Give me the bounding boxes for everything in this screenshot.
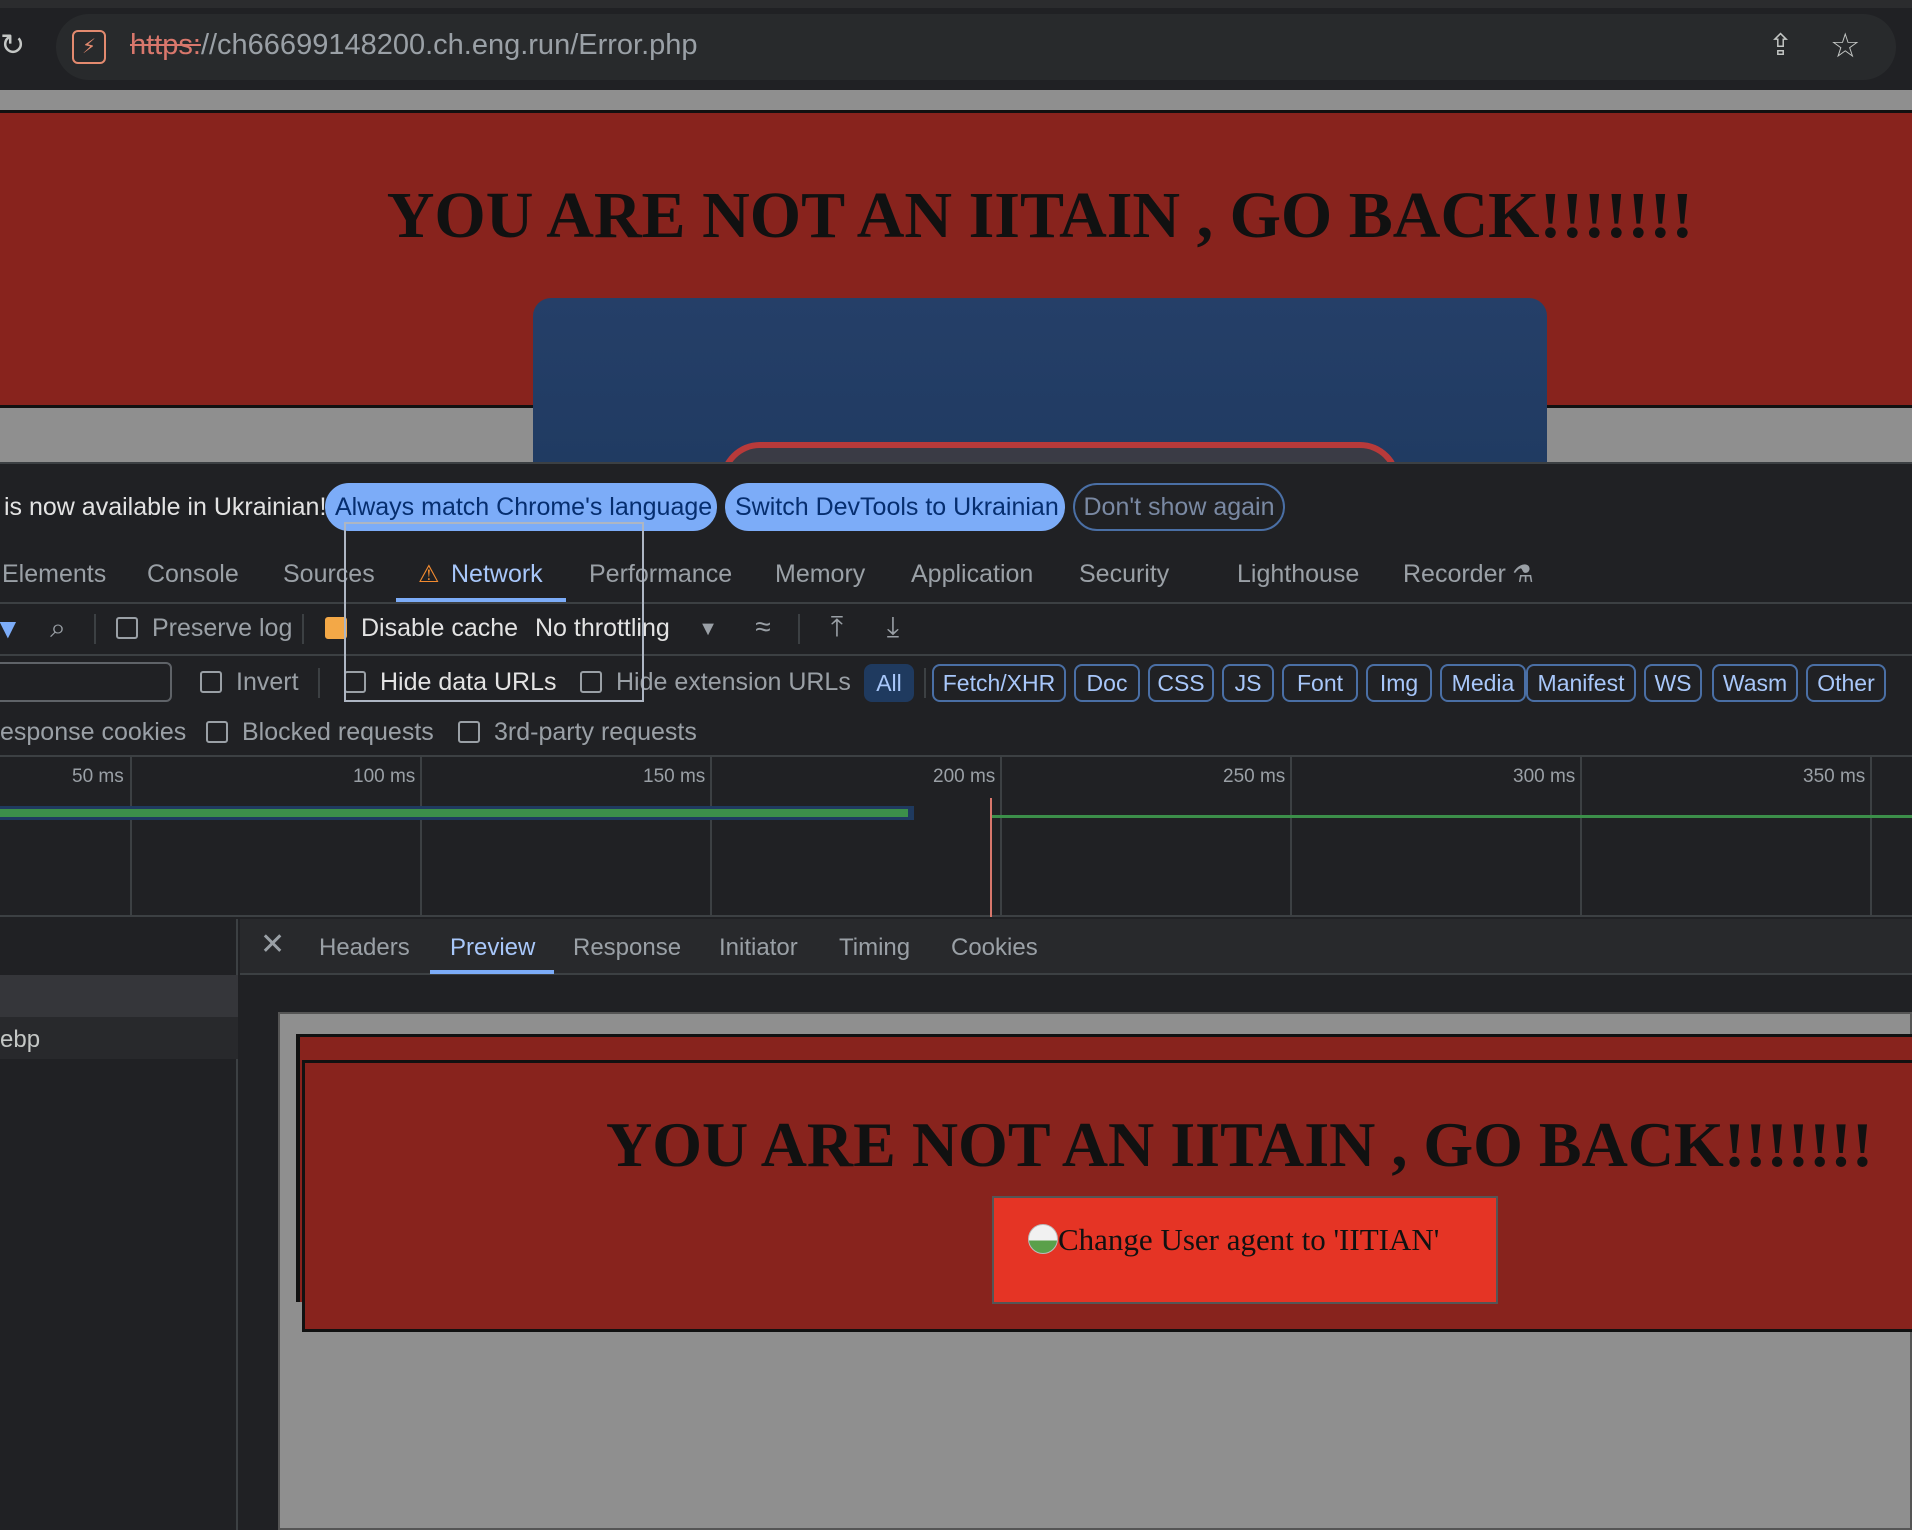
page-heading: YOU ARE NOT AN IITAIN , GO BACK!!!!!!! [386,179,1694,252]
share-icon[interactable]: ⇪ [1768,28,1802,66]
url-path: //ch66699148200.ch.eng.run/Error.php [200,29,698,61]
search-icon[interactable]: ⌕ [42,613,74,643]
timeline-load-line [990,815,1912,818]
filter-chip-media[interactable]: Media [1440,664,1526,702]
timeline-gridline [1870,755,1872,917]
timeline-load-marker [990,798,992,917]
network-conditions-icon[interactable]: ≈ [746,612,780,642]
tab-preview[interactable]: Preview [450,934,535,962]
timeline-gridline [1290,755,1292,917]
invert-checkbox[interactable] [200,671,222,693]
response-cookies-label: esponse cookies [0,718,187,746]
page-viewport: YOU ARE NOT AN IITAIN , GO BACK!!!!!!! [0,90,1912,464]
filter-chip-img[interactable]: Img [1366,664,1432,702]
toolbar-divider [94,614,96,644]
timeline-gridline [1580,755,1582,917]
dont-show-again-button[interactable]: Don't show again [1073,483,1285,531]
chevron-down-icon[interactable]: ▼ [696,614,720,644]
timeline-gridline [420,755,422,917]
tab-initiator[interactable]: Initiator [719,934,798,962]
filter-chip-js[interactable]: JS [1222,664,1274,702]
close-icon[interactable]: ✕ [260,930,288,960]
reload-icon[interactable]: ↻ [0,28,28,64]
tab-timing[interactable]: Timing [839,934,910,962]
timeline-gridline [1000,755,1002,917]
filter-chip-other[interactable]: Other [1806,664,1886,702]
tab-console[interactable]: Console [147,560,239,589]
url-text[interactable]: https://ch66699148200.ch.eng.run/Error.p… [130,29,698,62]
broken-image-icon [1028,1224,1058,1254]
filter-chip-doc[interactable]: Doc [1074,664,1140,702]
page-image-detail [720,442,1400,464]
infobar-text: is now available in Ukrainian! [4,493,327,521]
page-image [533,298,1547,464]
timeline-tick-label: 300 ms [1513,766,1576,787]
export-har-icon[interactable]: ⤓ [878,612,908,642]
tab-recorder[interactable]: Recorder [1403,560,1506,589]
timeline-tick-label: 50 ms [72,766,124,787]
toolbar-divider [798,614,800,644]
switch-devtools-language-button[interactable]: Switch DevTools to Ukrainian [725,483,1065,531]
third-party-label: 3rd-party requests [494,718,697,746]
toolbar-divider [302,614,304,644]
filter-chip-all[interactable]: All [864,664,914,702]
focus-outline [344,522,644,702]
tab-lighthouse[interactable]: Lighthouse [1237,560,1359,589]
filter-chip-font[interactable]: Font [1282,664,1358,702]
site-info-icon[interactable]: ⚡ [72,30,106,64]
hide-extension-urls-label: Hide extension URLs [616,668,851,696]
invert-label: Invert [236,668,299,696]
blocked-requests-label: Blocked requests [242,718,434,746]
tab-security[interactable]: Security [1079,560,1169,589]
url-scheme: https: [130,29,201,61]
tab-headers[interactable]: Headers [319,934,410,962]
experiment-flask-icon: ⚗ [1512,561,1534,588]
filter-chip-wasm[interactable]: Wasm [1712,664,1798,702]
list-item[interactable] [0,975,238,1017]
timeline-download-bar [0,809,908,817]
timeline-gridline [130,755,132,917]
change-user-agent-label: Change User agent to 'IITIAN' [1058,1222,1440,1257]
tab-cookies[interactable]: Cookies [951,934,1038,962]
filter-icon[interactable]: ▼ [0,614,22,644]
preview-heading: YOU ARE NOT AN IITAIN , GO BACK!!!!!!! [606,1109,1873,1180]
toolbar-divider [924,668,926,698]
filter-chip-manifest[interactable]: Manifest [1526,664,1636,702]
preserve-log-checkbox[interactable] [116,617,138,639]
request-name[interactable]: ebp [0,1026,40,1054]
timeline-tick-label: 150 ms [643,766,706,787]
tab-application[interactable]: Application [911,560,1033,589]
third-party-checkbox[interactable] [458,721,480,743]
preserve-log-label: Preserve log [152,614,293,642]
filter-chip-css[interactable]: CSS [1148,664,1214,702]
blocked-requests-checkbox[interactable] [206,721,228,743]
toolbar-divider [318,668,320,698]
tab-response[interactable]: Response [573,934,681,962]
import-har-icon[interactable]: ⤒ [822,612,852,642]
timeline-tick-label: 100 ms [353,766,416,787]
timeline-gridline [710,755,712,917]
timeline-tick-label: 200 ms [933,766,996,787]
timeline-tick-label: 350 ms [1803,766,1866,787]
timeline-tick-label: 250 ms [1223,766,1286,787]
filter-chip-fetch-xhr[interactable]: Fetch/XHR [932,664,1066,702]
tab-elements[interactable]: Elements [2,560,106,589]
filter-chip-ws[interactable]: WS [1644,664,1702,702]
tab-memory[interactable]: Memory [775,560,865,589]
tab-strip-edge [0,0,1912,8]
filter-input[interactable] [0,662,172,702]
active-tab-indicator [430,970,554,974]
bookmark-star-icon[interactable]: ☆ [1830,26,1866,65]
